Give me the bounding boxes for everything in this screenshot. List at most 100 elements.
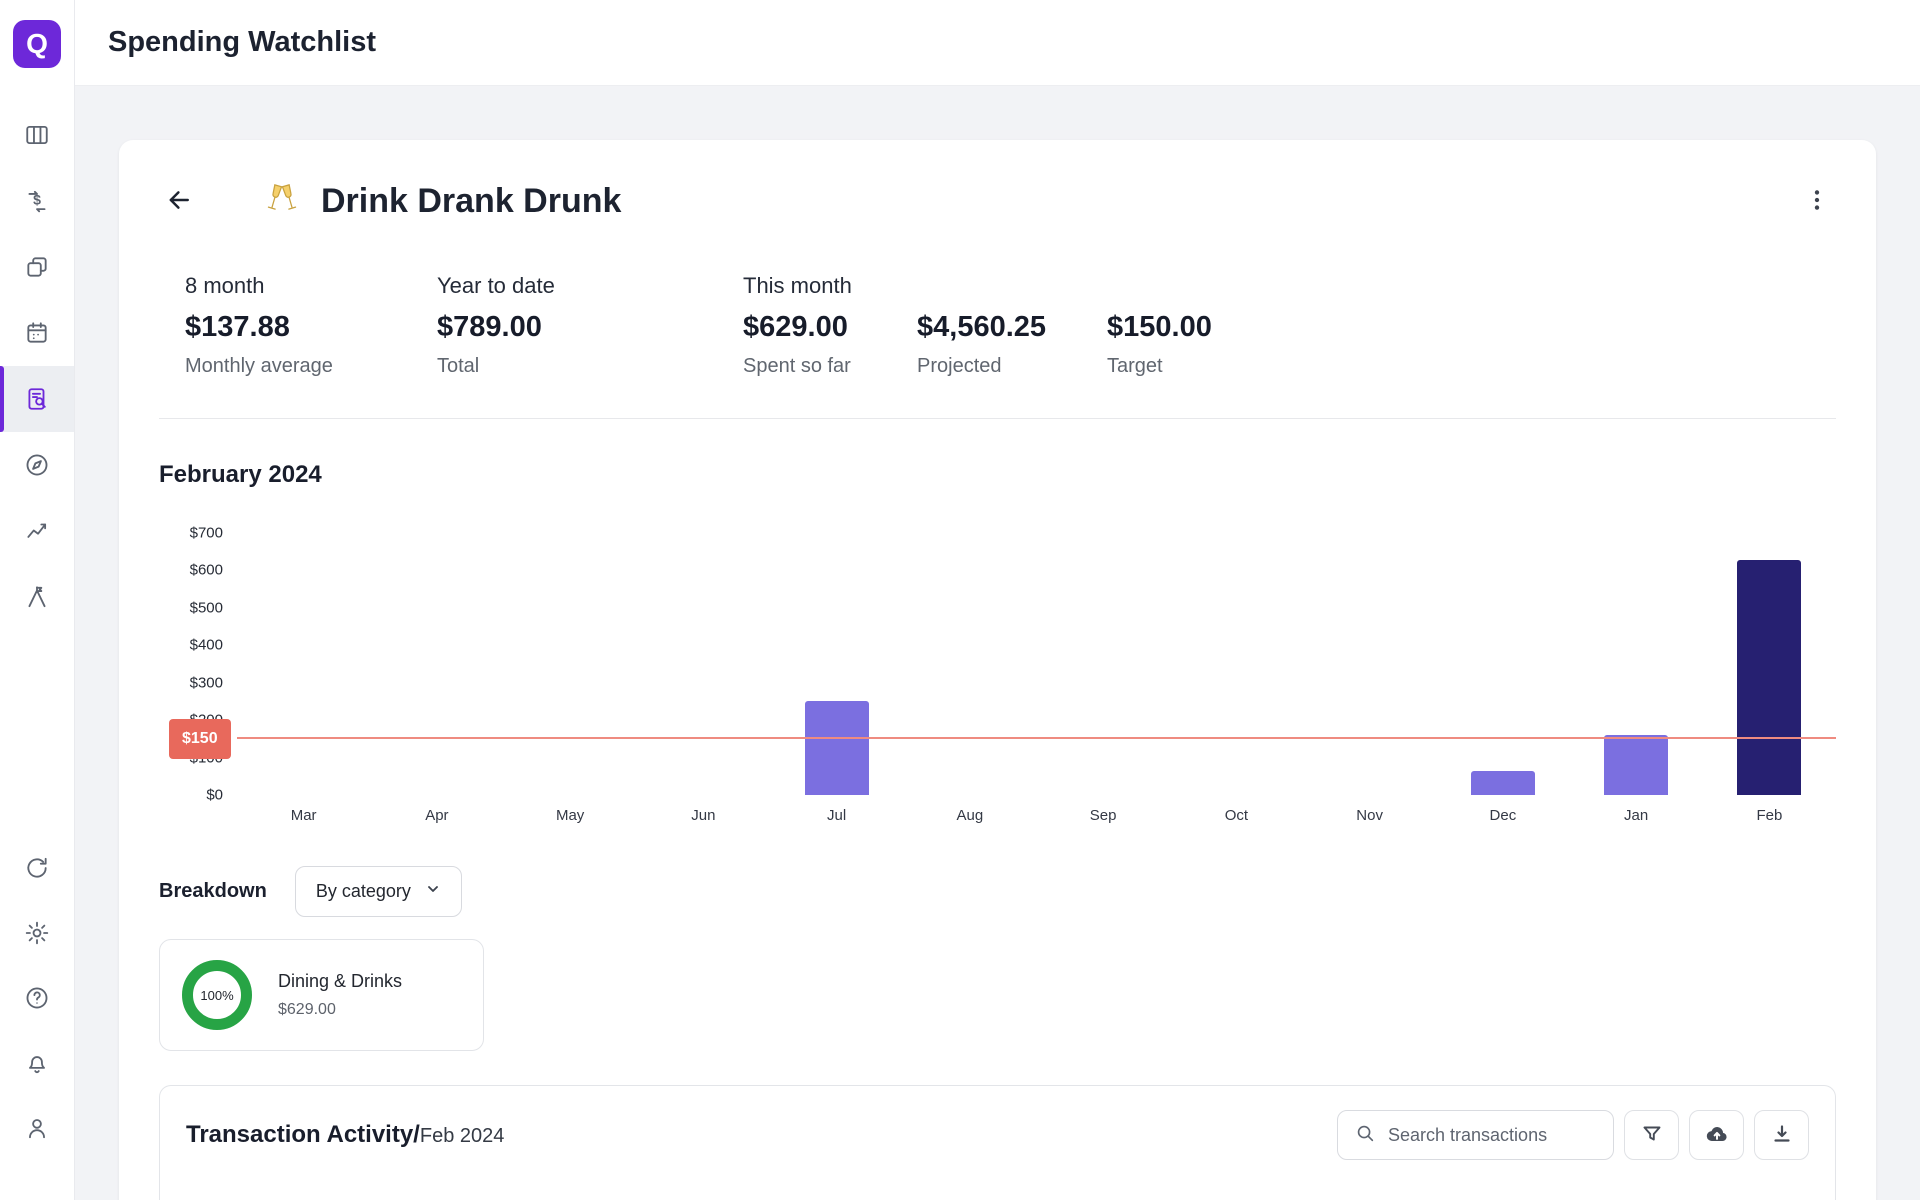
bar-slot-jul (770, 533, 903, 795)
calendar-icon (24, 320, 50, 346)
stat-value: $629.00 (743, 311, 917, 344)
x-tick-mar: Mar (237, 807, 370, 824)
category-card-dining-drinks[interactable]: 100% Dining & Drinks $629.00 (159, 939, 484, 1051)
sidebar-item-reports[interactable] (0, 498, 74, 564)
download-icon (1770, 1122, 1794, 1149)
sidebar-item-goals[interactable] (0, 564, 74, 630)
download-button[interactable] (1754, 1110, 1809, 1160)
stats-row: 8 month $137.88 Monthly average Year to … (159, 273, 1836, 378)
transaction-activity-title-text: Transaction Activity/ (186, 1121, 420, 1148)
stat-label (1107, 273, 1212, 300)
upload-button[interactable] (1689, 1110, 1744, 1160)
filter-button[interactable] (1624, 1110, 1679, 1160)
content-area: Drink Drank Drunk 8 month $137.88 Monthl… (75, 86, 1920, 1200)
y-tick-500: $500 (190, 599, 223, 616)
transaction-activity-header: Transaction Activity/Feb 2024 (186, 1110, 1809, 1160)
sidebar-item-transactions[interactable]: $ (0, 168, 74, 234)
transaction-activity-title: Transaction Activity/Feb 2024 (186, 1121, 504, 1149)
category-name: Dining & Drinks (278, 971, 402, 992)
app-root: Q $ (0, 0, 1920, 1200)
cloud-upload-icon (1704, 1121, 1730, 1150)
search-transactions-input[interactable] (1388, 1125, 1597, 1146)
more-options-button[interactable] (1798, 181, 1836, 222)
bell-icon (24, 1050, 50, 1076)
accounts-icon (24, 254, 50, 280)
back-button[interactable] (159, 180, 199, 223)
main-area: Spending Watchlist (75, 0, 1920, 1200)
transaction-activity-period: Feb 2024 (420, 1125, 505, 1147)
sidebar-item-help[interactable] (0, 965, 74, 1030)
x-tick-jun: Jun (637, 807, 770, 824)
stat-sublabel: Monthly average (185, 355, 437, 378)
breakdown-dropdown[interactable]: By category (295, 866, 462, 917)
bar-slot-sep (1037, 533, 1170, 795)
bar-plot (237, 533, 1836, 795)
stat-value: $4,560.25 (917, 311, 1107, 344)
stat-label: Year to date (437, 273, 743, 300)
stat-sublabel: Spent so far (743, 355, 917, 378)
bar-slot-may (504, 533, 637, 795)
stat-value: $789.00 (437, 311, 743, 344)
transaction-activity-card: Transaction Activity/Feb 2024 (159, 1085, 1836, 1200)
y-tick-700: $700 (190, 525, 223, 542)
y-tick-600: $600 (190, 562, 223, 579)
app-logo[interactable]: Q (13, 20, 61, 68)
sidebar-bottom-nav (0, 835, 74, 1160)
target-badge: $150 (169, 719, 231, 759)
bar-feb[interactable] (1737, 560, 1801, 795)
stat-sublabel: Projected (917, 355, 1107, 378)
x-tick-oct: Oct (1170, 807, 1303, 824)
x-tick-feb: Feb (1703, 807, 1836, 824)
sidebar-item-notifications[interactable] (0, 1030, 74, 1095)
trend-chart-icon (24, 518, 50, 544)
compass-icon (24, 452, 50, 478)
bar-dec[interactable] (1471, 771, 1535, 795)
category-progress-ring: 100% (182, 960, 252, 1030)
sidebar-item-refresh[interactable] (0, 835, 74, 900)
watchlist-card-header: Drink Drank Drunk (159, 180, 1836, 223)
x-tick-apr: Apr (370, 807, 503, 824)
y-tick-400: $400 (190, 637, 223, 654)
filter-icon (1640, 1122, 1664, 1149)
x-tick-dec: Dec (1436, 807, 1569, 824)
sidebar-item-settings[interactable] (0, 900, 74, 965)
stat-year-to-date: Year to date $789.00 Total (437, 273, 743, 378)
bar-slot-feb (1703, 533, 1836, 795)
sidebar-item-spending-plan[interactable] (0, 432, 74, 498)
x-tick-sep: Sep (1037, 807, 1170, 824)
goal-flag-icon (24, 584, 50, 610)
category-info: Dining & Drinks $629.00 (278, 971, 402, 1019)
page-header: Spending Watchlist (75, 0, 1920, 86)
stat-sublabel: Target (1107, 355, 1212, 378)
breakdown-dropdown-value: By category (316, 881, 411, 902)
bar-slot-mar (237, 533, 370, 795)
sidebar-item-calendar[interactable] (0, 300, 74, 366)
sidebar-item-watchlist[interactable] (0, 366, 74, 432)
sidebar-nav: $ (0, 102, 74, 630)
sidebar-item-accounts[interactable] (0, 234, 74, 300)
sidebar-item-profile[interactable] (0, 1095, 74, 1160)
stat-label: This month (743, 273, 917, 300)
transaction-search (1337, 1110, 1614, 1160)
target-line (237, 737, 1836, 739)
x-tick-jul: Jul (770, 807, 903, 824)
chevron-down-icon (425, 881, 441, 902)
back-arrow-icon (165, 186, 193, 217)
gear-icon (24, 920, 50, 946)
stat-value: $137.88 (185, 311, 437, 344)
watchlist-title-group: Drink Drank Drunk (263, 180, 621, 223)
watchlist-name: Drink Drank Drunk (321, 182, 621, 221)
bar-slot-apr (370, 533, 503, 795)
x-tick-aug: Aug (903, 807, 1036, 824)
refresh-icon (24, 855, 50, 881)
chart-month-heading: February 2024 (159, 461, 1836, 489)
stat-label: 8 month (185, 273, 437, 300)
bar-jan[interactable] (1604, 735, 1668, 795)
sidebar-item-dashboard[interactable] (0, 102, 74, 168)
champagne-glasses-icon (263, 180, 301, 223)
money-transfer-icon: $ (24, 188, 50, 214)
bar-jul[interactable] (805, 701, 869, 795)
chart-body: $0$100$200$300$400$500$600$700 $150 (159, 533, 1836, 795)
x-axis: MarAprMayJunJulAugSepOctNovDecJanFeb (237, 807, 1836, 824)
x-tick-may: May (504, 807, 637, 824)
